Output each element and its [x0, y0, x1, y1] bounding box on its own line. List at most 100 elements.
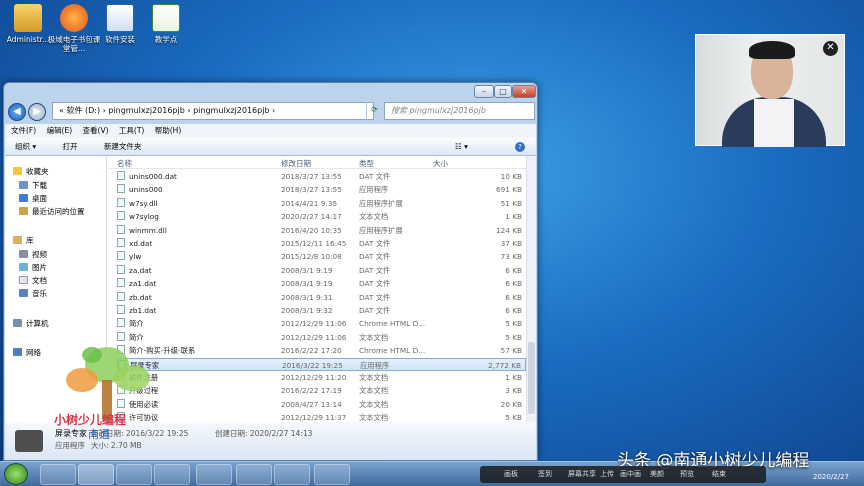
column-name[interactable]: 名称	[117, 158, 132, 169]
details-size: 大小: 2.70 MB	[91, 441, 142, 450]
graduation-icon[interactable]	[236, 464, 272, 485]
lesson-toolbar: 画板 签到 屏幕共享 上传 画中画 美颜 预览 结束	[480, 466, 766, 483]
word-icon[interactable]	[274, 464, 310, 485]
file-date: 2016/2/22 17:20	[281, 346, 342, 356]
refresh-icon[interactable]: ⟳	[366, 102, 382, 120]
nav-recent[interactable]: 最近访问的位置	[19, 206, 85, 218]
file-row[interactable]: 许可协议 2012/12/29 11:37 文本文档 5 KB	[117, 411, 526, 422]
tool-whiteboard[interactable]: 画板	[504, 466, 518, 483]
file-row[interactable]: za1.dat 2008/3/1 9:19 DAT 文件 6 KB	[117, 277, 526, 290]
file-date: 2012/12/29 11:06	[281, 332, 347, 342]
view-options-icon[interactable]: ☷ ▾	[455, 138, 468, 156]
forward-button[interactable]: ▶	[28, 103, 46, 121]
file-date: 2008/4/27 13:14	[281, 399, 342, 409]
file-size: 3 KB	[505, 386, 522, 396]
nav-computer[interactable]: 计算机	[13, 318, 49, 330]
app-icon-3[interactable]	[196, 464, 232, 485]
nav-documents[interactable]: 文档	[19, 275, 47, 287]
tool-screen-share[interactable]: 屏幕共享	[568, 466, 596, 483]
nav-libraries[interactable]: 库	[13, 235, 34, 247]
search-input[interactable]: 搜索 pingmulxzj2016pjb	[384, 102, 535, 120]
file-date: 2018/3/27 13:55	[281, 172, 342, 181]
file-icon	[117, 251, 125, 261]
file-row[interactable]: zb.dat 2008/3/1 9:31 DAT 文件 6 KB	[117, 291, 526, 304]
column-size[interactable]: 大小	[433, 158, 448, 169]
new-folder-button[interactable]: 新建文件夹	[104, 142, 142, 151]
file-row[interactable]: 简介 2012/12/29 11:06 文本文档 5 KB	[117, 331, 526, 344]
column-date[interactable]: 修改日期	[281, 158, 311, 169]
file-type: DAT 文件	[359, 306, 391, 315]
file-date: 2012/12/29 11:06	[281, 319, 347, 329]
file-row[interactable]: 软件注册2012/12/29 11:20文本文档1 KB	[117, 371, 526, 384]
scrollbar-thumb[interactable]	[528, 342, 535, 414]
file-type: DAT 文件	[359, 265, 391, 275]
menu-file[interactable]: 文件(F)	[11, 126, 36, 135]
nav-desktop[interactable]: 桌面	[19, 193, 47, 205]
organize-button[interactable]: 组织 ▾	[15, 142, 36, 151]
minimize-button[interactable]: –	[474, 85, 494, 98]
nav-videos[interactable]: 视频	[19, 249, 47, 261]
nav-downloads[interactable]: 下载	[19, 180, 47, 192]
tool-beauty[interactable]: 美颜	[650, 466, 664, 483]
file-row[interactable]: w7sy.dll 2014/4/21 9:35 应用程序扩展 51 KB	[117, 197, 526, 210]
file-name: unins000	[117, 183, 163, 196]
tool-checkin[interactable]: 签到	[538, 466, 552, 483]
file-row[interactable]: za.dat 2008/3/1 9:19 DAT 文件 6 KB	[117, 264, 526, 277]
file-list[interactable]: 名称 修改日期 类型 大小 unins000.dat 2018/3/27 13:5…	[109, 156, 526, 422]
file-row[interactable]: 使用必读 2008/4/27 13:14 文本文档 20 KB	[117, 398, 526, 411]
file-row[interactable]: w7sylog 2020/2/27 14:17 文本文档 1 KB	[117, 210, 526, 223]
file-row[interactable]: ylw 2015/12/8 10:08 DAT 文件 73 KB	[117, 250, 526, 263]
nav-favorites[interactable]: 收藏夹	[13, 166, 49, 178]
file-row[interactable]: 屏录专家 2016/3/22 19:25 应用程序 2,772 KB	[117, 357, 526, 371]
file-row[interactable]: xd.dat 2015/12/11 16:45 DAT 文件 37 KB	[117, 237, 526, 250]
menu-tools[interactable]: 工具(T)	[119, 126, 144, 135]
tool-preview[interactable]: 预览	[680, 466, 694, 483]
help-icon[interactable]: ?	[515, 142, 525, 152]
file-size: 691 KB	[495, 185, 522, 195]
column-header: 名称 修改日期 类型 大小	[109, 156, 526, 169]
file-date: 2014/4/21 9:35	[281, 198, 338, 208]
vertical-scrollbar[interactable]	[526, 156, 536, 422]
file-size: 51 KB	[500, 198, 522, 208]
file-icon	[117, 197, 125, 207]
file-row[interactable]: zb1.dat 2008/3/1 9:32 DAT 文件 6 KB	[117, 304, 526, 317]
tool-end[interactable]: 结束	[712, 466, 726, 483]
nav-pictures[interactable]: 图片	[19, 262, 47, 274]
tool-upload[interactable]: 上传	[600, 466, 614, 483]
scratch-cat-icon[interactable]	[314, 464, 350, 485]
file-row[interactable]: 升级过程 2016/2/22 17:19 文本文档 3 KB	[117, 384, 526, 397]
nav-network[interactable]: 网络	[13, 347, 41, 359]
file-row[interactable]: unins000 2018/3/27 13:55 应用程序 691 KB	[117, 183, 526, 196]
app-icon-1[interactable]	[116, 464, 152, 485]
file-row[interactable]: winmm.dll 2016/4/20 10:35 应用程序扩展 124 KB	[117, 224, 526, 237]
address-bar[interactable]: « 软件 (D:) › pingmulxzj2016pjb › pingmulx…	[52, 102, 374, 120]
title-bar[interactable]: – □ ✕	[4, 83, 537, 101]
file-type: DAT 文件	[359, 239, 391, 248]
close-button[interactable]: ✕	[512, 85, 536, 98]
file-row[interactable]: 简介 2012/12/29 11:06 Chrome HTML D... 5 KB	[117, 317, 526, 330]
file-name-text: w7sylog	[129, 212, 159, 222]
desktop-icon-teaching[interactable]: 教学点	[138, 4, 194, 44]
column-type[interactable]: 类型	[359, 158, 374, 169]
tool-pip[interactable]: 画中画	[620, 466, 641, 483]
address-row: ◀ ▶ « 软件 (D:) › pingmulxzj2016pjb › ping…	[8, 102, 535, 122]
file-type: 应用程序扩展	[359, 198, 403, 208]
file-name: zb1.dat	[117, 304, 156, 317]
menu-help[interactable]: 帮助(H)	[155, 126, 182, 135]
maximize-button[interactable]: □	[494, 85, 512, 98]
explorer-icon[interactable]	[78, 464, 114, 485]
command-bar: 组织 ▾ 打开 新建文件夹 ☷ ▾ ?	[5, 138, 536, 156]
open-button[interactable]: 打开	[63, 142, 78, 151]
file-row[interactable]: 简介-购买-升级-联系 2016/2/22 17:20 Chrome HTML D.…	[117, 344, 526, 357]
menu-view[interactable]: 查看(V)	[83, 126, 109, 135]
app-icon-2[interactable]	[154, 464, 190, 485]
menu-edit[interactable]: 编辑(E)	[47, 126, 73, 135]
file-icon	[117, 291, 125, 301]
back-button[interactable]: ◀	[8, 103, 26, 121]
file-type: Chrome HTML D...	[359, 319, 426, 329]
close-icon[interactable]: ✕	[823, 41, 838, 56]
nav-music[interactable]: 音乐	[19, 288, 47, 300]
start-button[interactable]	[4, 463, 28, 485]
file-row[interactable]: unins000.dat 2018/3/27 13:55 DAT 文件 10 KB	[117, 170, 526, 183]
ie-icon[interactable]	[40, 464, 76, 485]
